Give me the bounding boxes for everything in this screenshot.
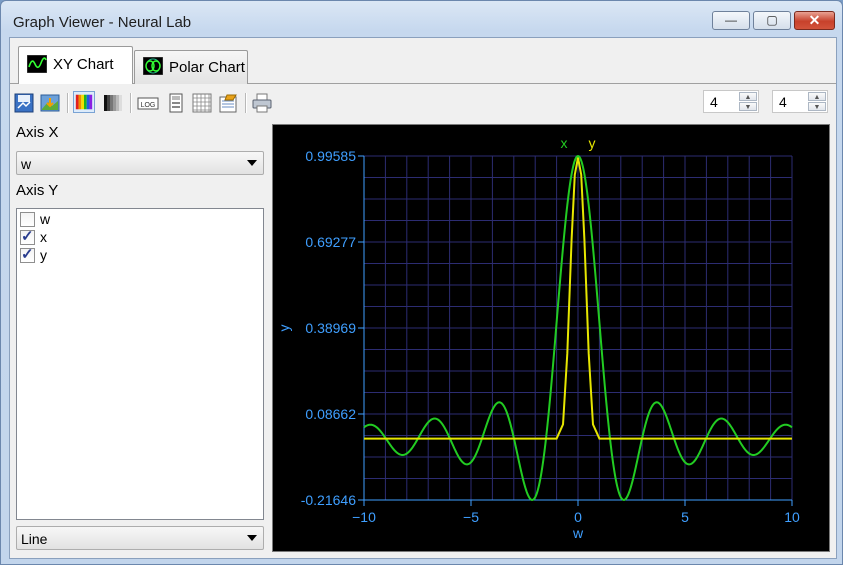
list-item-label: x [40, 229, 47, 245]
toolbar-separator [67, 93, 69, 113]
axis-x-label: Axis X [16, 124, 59, 141]
print-icon[interactable] [251, 92, 273, 114]
spin-y-value: 4 [779, 94, 787, 110]
legend-x: x [561, 135, 568, 151]
log-scale-icon[interactable]: LOG [137, 92, 159, 114]
y-tick-label: -0.21646 [301, 492, 356, 508]
save-icon[interactable] [13, 92, 35, 114]
y-tick-label: 0.08662 [305, 406, 356, 422]
chevron-down-icon [247, 535, 257, 541]
tab-label: Polar Chart [169, 59, 245, 76]
list-item-label: y [40, 247, 47, 263]
tab-strip: XY Chart Polar Chart [10, 38, 836, 84]
x-axis-label: w [572, 525, 584, 541]
checkmark-icon: ✓ [21, 246, 34, 263]
xy-chart: −10 −5 0 5 10 0.99585 0.69277 0.38969 0.08662 -0.… [276, 135, 800, 541]
list-item-label: w [40, 211, 51, 227]
edit-properties-icon[interactable] [217, 92, 239, 114]
chevron-down-icon [247, 160, 257, 166]
toolbar-separator [245, 93, 247, 113]
toolbar: LOG 4 ▲ ▼ 4 ▲ ▼ [10, 84, 836, 118]
arrow-up-icon[interactable]: ▲ [808, 92, 826, 101]
x-tick-label: −5 [463, 509, 479, 525]
close-button[interactable]: ✕ [794, 11, 835, 30]
grayscale-palette-icon[interactable] [102, 92, 124, 114]
y-tick-label: 0.38969 [305, 320, 356, 336]
y-tick-label: 0.99585 [305, 148, 356, 164]
axis-y-label: Axis Y [16, 182, 59, 199]
client-area: XY Chart Polar Chart LOG 4 ▲ ▼ 4 ▲ ▼ Axi… [9, 37, 837, 559]
y-tick-label: 0.69277 [305, 234, 356, 250]
checkbox-y[interactable]: ✓ [20, 246, 35, 263]
xy-chart-icon [27, 55, 47, 73]
minimize-icon: — [725, 13, 737, 27]
polar-chart-icon [143, 57, 163, 75]
maximize-icon: ▢ [766, 13, 778, 27]
export-image-icon[interactable] [39, 92, 61, 114]
arrow-down-icon[interactable]: ▼ [739, 102, 757, 111]
color-palette-icon[interactable] [73, 91, 95, 113]
spin-x-value: 4 [710, 94, 718, 110]
maximize-button[interactable]: ▢ [753, 11, 791, 30]
toolbar-separator [130, 93, 132, 113]
tab-polar-chart[interactable]: Polar Chart [134, 50, 248, 84]
axis-x-selected: w [21, 156, 32, 172]
arrow-up-icon[interactable]: ▲ [739, 92, 757, 101]
spin-x-arrows: ▲ ▼ [739, 92, 757, 111]
spin-x-divisions[interactable]: 4 ▲ ▼ [703, 90, 759, 113]
chart-style-combo[interactable]: Line [16, 526, 264, 550]
tab-xy-chart[interactable]: XY Chart [18, 46, 133, 84]
checkmark-icon: ✓ [21, 228, 34, 245]
x-tick-label: −10 [352, 509, 376, 525]
axis-y-list: w ✓ x ✓ y [16, 208, 264, 520]
x-tick-label: 5 [681, 509, 689, 525]
x-tick-label: 10 [784, 509, 800, 525]
chart-area: −10 −5 0 5 10 0.99585 0.69277 0.38969 0.08662 -0.… [272, 124, 830, 552]
window-title: Graph Viewer - Neural Lab [13, 14, 192, 31]
spin-y-arrows: ▲ ▼ [808, 92, 826, 111]
legend-y: y [589, 135, 596, 151]
close-icon: ✕ [808, 12, 821, 28]
chart-style-selected: Line [21, 531, 48, 547]
main-window: Graph Viewer - Neural Lab — ▢ ✕ XY Chart [0, 0, 843, 565]
checkbox-w[interactable] [20, 212, 35, 227]
title-bar[interactable]: Graph Viewer - Neural Lab — ▢ ✕ [1, 1, 842, 37]
minimize-button[interactable]: — [712, 11, 750, 30]
arrow-down-icon[interactable]: ▼ [808, 102, 826, 111]
x-tick-label: 0 [574, 509, 582, 525]
axis-x-combo[interactable]: w [16, 151, 264, 175]
spin-y-divisions[interactable]: 4 ▲ ▼ [772, 90, 828, 113]
log-scale-text: LOG [141, 102, 156, 109]
checkbox-x[interactable]: ✓ [20, 228, 35, 245]
y-axis-label: y [276, 325, 292, 332]
grid-icon[interactable] [191, 92, 213, 114]
checkbox-box [20, 212, 35, 227]
tab-label: XY Chart [53, 56, 114, 73]
number-format-icon[interactable] [165, 92, 187, 114]
